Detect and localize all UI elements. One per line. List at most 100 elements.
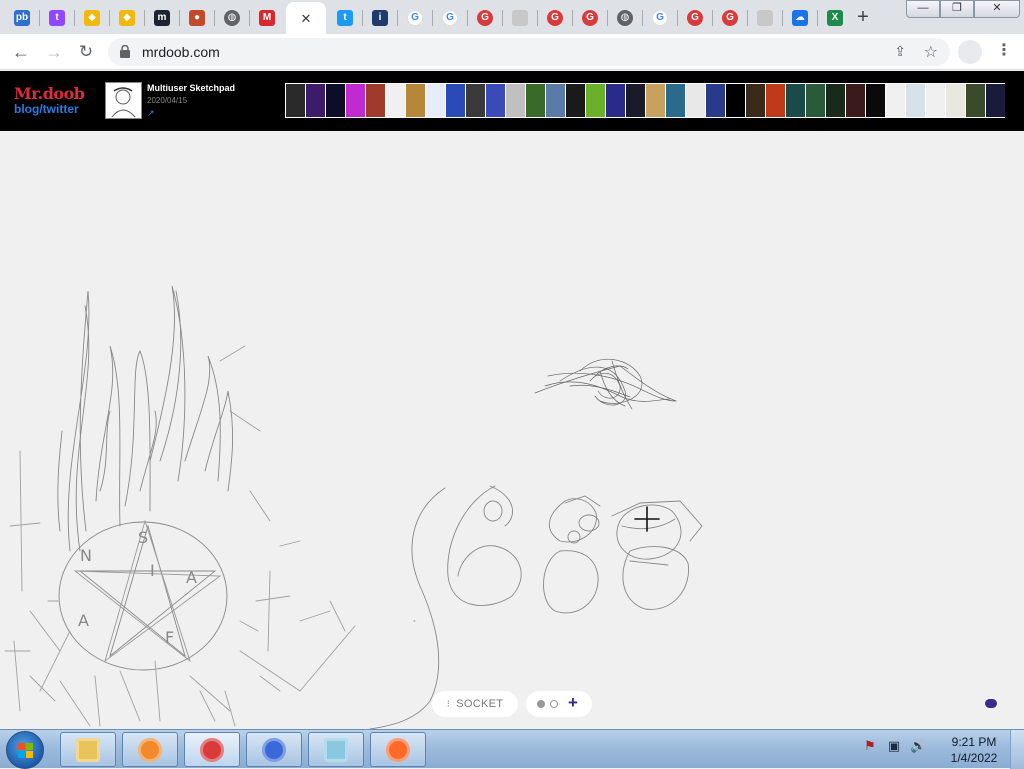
project-thumb[interactable] <box>606 84 625 117</box>
page-dot-2[interactable] <box>550 700 558 708</box>
back-button[interactable]: ← <box>9 40 33 64</box>
page-dot-1[interactable] <box>537 700 545 708</box>
profile-icon[interactable] <box>958 40 982 64</box>
project-thumb[interactable] <box>926 84 945 117</box>
browser-tab[interactable]: G <box>539 4 571 32</box>
project-thumb[interactable] <box>786 84 805 117</box>
project-thumb[interactable] <box>686 84 705 117</box>
site-logo[interactable]: Mr.doob <box>14 84 85 103</box>
browser-tab[interactable]: G <box>644 4 676 32</box>
menu-kebab-icon[interactable]: ⋮ <box>996 40 1012 60</box>
project-thumb[interactable] <box>326 84 345 117</box>
project-thumb[interactable] <box>566 84 585 117</box>
browser-tab[interactable]: ✕ <box>286 2 326 34</box>
project-thumb[interactable] <box>386 84 405 117</box>
browser-tab[interactable]: ◍ <box>216 4 248 32</box>
project-thumb[interactable] <box>966 84 985 117</box>
taskbar-button[interactable] <box>184 732 240 767</box>
chrome-icon <box>200 737 224 762</box>
project-thumb[interactable] <box>746 84 765 117</box>
g-red-icon: G <box>547 10 563 26</box>
add-page-button[interactable]: + <box>568 693 578 713</box>
new-tab-button[interactable]: + <box>852 7 874 29</box>
g-red-icon: G <box>582 10 598 26</box>
browser-tab[interactable]: G <box>679 4 711 32</box>
browser-tab[interactable]: ◆ <box>76 4 108 32</box>
browser-tab[interactable] <box>504 4 536 32</box>
show-desktop-button[interactable] <box>1010 730 1024 769</box>
network-icon[interactable]: ▣ <box>886 738 902 754</box>
tab-separator <box>397 10 398 26</box>
project-thumb[interactable] <box>646 84 665 117</box>
project-thumb[interactable] <box>626 84 645 117</box>
start-button[interactable] <box>6 731 44 769</box>
project-thumb[interactable] <box>546 84 565 117</box>
browser-tab[interactable]: pb <box>6 4 38 32</box>
browser-tab[interactable]: G <box>574 4 606 32</box>
blog-twitter-link[interactable]: blog/twitter <box>14 102 79 116</box>
browser-tab[interactable]: i <box>364 4 396 32</box>
project-thumb[interactable] <box>486 84 505 117</box>
taskbar-button[interactable] <box>246 732 302 767</box>
address-bar[interactable]: mrdoob.com ⇪ ☆ <box>108 38 950 66</box>
browser-tab[interactable]: t <box>329 4 361 32</box>
project-thumb[interactable] <box>766 84 785 117</box>
svg-text:S: S <box>138 528 148 547</box>
browser-tab[interactable] <box>749 4 781 32</box>
share-icon[interactable]: ⇪ <box>894 43 906 60</box>
browser-tab[interactable]: G <box>469 4 501 32</box>
project-thumb[interactable] <box>466 84 485 117</box>
sketch-canvas[interactable]: N S I A A F ⁝ SOCKET + <box>0 131 1024 729</box>
clock-time[interactable]: 9:21 PM <box>948 735 1000 749</box>
project-thumb[interactable] <box>286 84 305 117</box>
project-thumb[interactable] <box>306 84 325 117</box>
project-thumb[interactable] <box>366 84 385 117</box>
project-thumb[interactable] <box>806 84 825 117</box>
project-thumb[interactable] <box>506 84 525 117</box>
taskbar-button[interactable] <box>122 732 178 767</box>
clock-date[interactable]: 1/4/2022 <box>948 751 1000 765</box>
browser-tab[interactable]: G <box>714 4 746 32</box>
project-thumb[interactable] <box>406 84 425 117</box>
project-thumb[interactable] <box>586 84 605 117</box>
browser-tab[interactable]: M <box>251 4 283 32</box>
close-window-button[interactable]: ✕ <box>974 0 1020 18</box>
explorer-icon <box>76 737 100 762</box>
browser-tab[interactable]: G <box>434 4 466 32</box>
project-thumb[interactable] <box>346 84 365 117</box>
browser-tab[interactable]: t <box>41 4 73 32</box>
forward-button[interactable]: → <box>42 40 66 64</box>
taskbar-button[interactable] <box>370 732 426 767</box>
project-thumb[interactable] <box>526 84 545 117</box>
volume-icon[interactable]: 🔊 <box>910 738 926 754</box>
browser-tab[interactable]: m <box>146 4 178 32</box>
project-thumb[interactable] <box>846 84 865 117</box>
project-thumb[interactable] <box>446 84 465 117</box>
browser-tab[interactable]: G <box>399 4 431 32</box>
browser-tab[interactable]: ◆ <box>111 4 143 32</box>
browser-tab[interactable]: ◍ <box>609 4 641 32</box>
project-thumb[interactable] <box>706 84 725 117</box>
project-thumb[interactable] <box>946 84 965 117</box>
project-thumb[interactable] <box>826 84 845 117</box>
restore-button[interactable]: ❐ <box>940 0 974 18</box>
browser-tab[interactable]: ☁ <box>784 4 816 32</box>
browser-tab[interactable]: ● <box>181 4 213 32</box>
project-thumb[interactable] <box>726 84 745 117</box>
minimize-button[interactable]: — <box>906 0 940 18</box>
project-thumbnail[interactable] <box>105 82 142 119</box>
project-thumb[interactable] <box>426 84 445 117</box>
project-thumb[interactable] <box>866 84 885 117</box>
external-link-icon[interactable]: ↗ <box>147 108 155 119</box>
project-thumb[interactable] <box>666 84 685 117</box>
project-thumb[interactable] <box>906 84 925 117</box>
reload-button[interactable]: ↻ <box>74 40 98 64</box>
taskbar-button[interactable] <box>308 732 364 767</box>
chat-icon[interactable] <box>985 699 997 708</box>
action-center-icon[interactable]: ⚑ <box>862 738 878 754</box>
bookmark-star-icon[interactable]: ☆ <box>924 42 938 62</box>
taskbar-button[interactable] <box>60 732 116 767</box>
project-thumb[interactable] <box>986 84 1005 117</box>
project-thumb[interactable] <box>886 84 905 117</box>
browser-tab[interactable]: X <box>819 4 851 32</box>
